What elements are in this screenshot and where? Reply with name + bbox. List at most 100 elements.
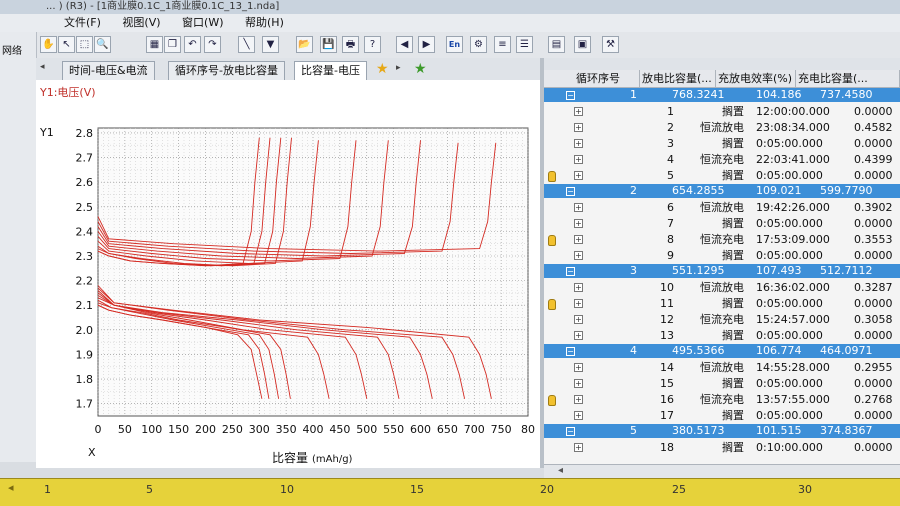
expand-step-icon[interactable]: + [574, 363, 583, 372]
zoom-box-icon[interactable]: ⬚ [76, 36, 93, 53]
save-icon[interactable]: 💾 [320, 36, 337, 53]
tab-scroll-right-icon[interactable]: ▸ [396, 63, 401, 73]
expand-step-icon[interactable]: + [574, 283, 583, 292]
grid-icon[interactable]: ▦ [146, 36, 163, 53]
tab-time-voltage-current[interactable]: 时间-电压&电流 [62, 61, 155, 80]
expand-step-icon[interactable]: + [574, 203, 583, 212]
lightbulb-icon[interactable] [548, 299, 556, 310]
filter-icon[interactable]: ▼ [262, 36, 279, 53]
collapse-cycle-icon[interactable]: − [566, 187, 575, 196]
step-row[interactable]: +17 搁置 0:05:00.000 0.0000 [544, 408, 900, 424]
lightbulb-icon[interactable] [548, 395, 556, 406]
step-row[interactable]: +3 搁置 0:05:00.000 0.0000 [544, 136, 900, 152]
expand-step-icon[interactable]: + [574, 395, 583, 404]
y-tick-label: 2.5 [76, 201, 94, 214]
next-icon[interactable]: ▶ [418, 36, 435, 53]
step-row[interactable]: +4 恒流充电 22:03:41.000 0.4399 [544, 152, 900, 168]
redo-icon[interactable]: ↷ [204, 36, 221, 53]
step-row[interactable]: +2 恒流放电 23:08:34.000 0.4582 [544, 120, 900, 136]
favorite-star-icon[interactable]: ★ [376, 61, 389, 77]
cycle-group-row[interactable]: − 4 495.5366 106.774 464.0971 [544, 344, 900, 358]
help-icon[interactable]: ? [364, 36, 381, 53]
step-row[interactable]: +1 搁置 12:00:00.000 0.0000 [544, 104, 900, 120]
step-row[interactable]: +9 搁置 0:05:00.000 0.0000 [544, 248, 900, 264]
step-row[interactable]: +8 恒流充电 17:53:09.000 0.3553 [544, 232, 900, 248]
step-row[interactable]: +5 搁置 0:05:00.000 0.0000 [544, 168, 900, 184]
table-view-icon[interactable]: ☰ [516, 36, 533, 53]
network-label[interactable]: 网络 [2, 42, 22, 57]
col-discharge-capacity[interactable]: 放电比容量(... [640, 70, 716, 87]
collapse-cycle-icon[interactable]: − [566, 347, 575, 356]
expand-step-icon[interactable]: + [574, 235, 583, 244]
add-tab-star-icon[interactable]: ★ [414, 61, 427, 77]
capacity-voltage-chart[interactable]: 2.8 2.7 2.6 2.5 2.4 2.3 2.2 2.1 2.0 1.9 1.8 1.70 50 1… [36, 80, 540, 468]
chart-config-icon[interactable]: ⚒ [602, 36, 619, 53]
settings-icon[interactable]: ⚙ [470, 36, 487, 53]
expand-step-icon[interactable]: + [574, 251, 583, 260]
step-value: 0.0000 [854, 329, 893, 342]
step-number: 9 [667, 249, 674, 262]
menu-file[interactable]: 文件(F) [64, 16, 101, 29]
expand-step-icon[interactable]: + [574, 379, 583, 388]
step-row[interactable]: +14 恒流放电 14:55:28.000 0.2955 [544, 360, 900, 376]
step-row[interactable]: +12 恒流充电 15:24:57.000 0.3058 [544, 312, 900, 328]
step-row[interactable]: +7 搁置 0:05:00.000 0.0000 [544, 216, 900, 232]
cycle-group-row[interactable]: − 5 380.5173 101.515 374.8367 [544, 424, 900, 438]
step-row[interactable]: +13 搁置 0:05:00.000 0.0000 [544, 328, 900, 344]
scroll-left-icon[interactable]: ◂ [558, 465, 563, 476]
report-icon[interactable]: ▤ [548, 36, 565, 53]
cycle-group-row[interactable]: − 2 654.2855 109.021 599.7790 [544, 184, 900, 198]
export-icon[interactable]: ≡ [494, 36, 511, 53]
cycle-group-row[interactable]: − 3 551.1295 107.493 512.7112 [544, 264, 900, 278]
menu-view[interactable]: 视图(V) [122, 16, 160, 29]
collapse-cycle-icon[interactable]: − [566, 91, 575, 100]
step-row[interactable]: +11 搁置 0:05:00.000 0.0000 [544, 296, 900, 312]
expand-step-icon[interactable]: + [574, 411, 583, 420]
expand-step-icon[interactable]: + [574, 219, 583, 228]
step-row[interactable]: +6 恒流放电 19:42:26.000 0.3902 [544, 200, 900, 216]
prev-icon[interactable]: ◀ [396, 36, 413, 53]
expand-step-icon[interactable]: + [574, 315, 583, 324]
step-type: 搁置 [722, 217, 744, 230]
lightbulb-icon[interactable] [548, 171, 556, 182]
collapse-cycle-icon[interactable]: − [566, 267, 575, 276]
collapse-cycle-icon[interactable]: − [566, 427, 575, 436]
table-horizontal-scrollbar[interactable]: ◂ [544, 464, 900, 479]
step-row[interactable]: +15 搁置 0:05:00.000 0.0000 [544, 376, 900, 392]
line-tool-icon[interactable]: ╲ [238, 36, 255, 53]
col-efficiency[interactable]: 充放电效率(%) [716, 70, 796, 87]
lightbulb-icon[interactable] [548, 235, 556, 246]
expand-step-icon[interactable]: + [574, 443, 583, 452]
expand-step-icon[interactable]: + [574, 123, 583, 132]
step-row[interactable]: +10 恒流放电 16:36:02.000 0.3287 [544, 280, 900, 296]
expand-step-icon[interactable]: + [574, 331, 583, 340]
tab-capacity-voltage[interactable]: 比容量-电压 [294, 61, 367, 80]
undo-icon[interactable]: ↶ [184, 36, 201, 53]
expand-step-icon[interactable]: + [574, 299, 583, 308]
tab-scroll-left-icon[interactable]: ◂ [40, 62, 45, 72]
open-folder-icon[interactable]: 📂 [296, 36, 313, 53]
copy-icon[interactable]: ❐ [164, 36, 181, 53]
tab-cycle-discharge-capacity[interactable]: 循环序号-放电比容量 [168, 61, 285, 80]
expand-step-icon[interactable]: + [574, 171, 583, 180]
step-row[interactable]: +16 恒流充电 13:57:55.000 0.2768 [544, 392, 900, 408]
export-image-icon[interactable]: ▣ [574, 36, 591, 53]
print-icon[interactable]: 🖶 [342, 36, 359, 53]
x-tick-label: 0 [95, 423, 102, 436]
menu-window[interactable]: 窗口(W) [182, 16, 223, 29]
expand-step-icon[interactable]: + [574, 107, 583, 116]
step-number: 17 [660, 409, 674, 422]
cycle-group-row[interactable]: − 1 768.3241 104.186 737.4580 [544, 88, 900, 102]
col-charge-capacity[interactable]: 充电比容量(... [796, 70, 900, 87]
menu-help[interactable]: 帮助(H) [245, 16, 284, 29]
hand-icon[interactable]: ✋ [40, 36, 57, 53]
pointer-icon[interactable]: ↖ [58, 36, 75, 53]
step-row[interactable]: +18 搁置 0:10:00.000 0.0000 [544, 440, 900, 456]
ruler-left-arrow-icon[interactable]: ◂ [8, 481, 14, 494]
zoom-icon[interactable]: 🔍 [94, 36, 111, 53]
col-cycle-no[interactable]: 循环序号 [574, 70, 640, 87]
cycle-ruler[interactable]: 1 5 10 15 20 25 30 ◂ [0, 478, 900, 506]
expand-step-icon[interactable]: + [574, 139, 583, 148]
language-icon[interactable]: En [446, 36, 463, 53]
expand-step-icon[interactable]: + [574, 155, 583, 164]
